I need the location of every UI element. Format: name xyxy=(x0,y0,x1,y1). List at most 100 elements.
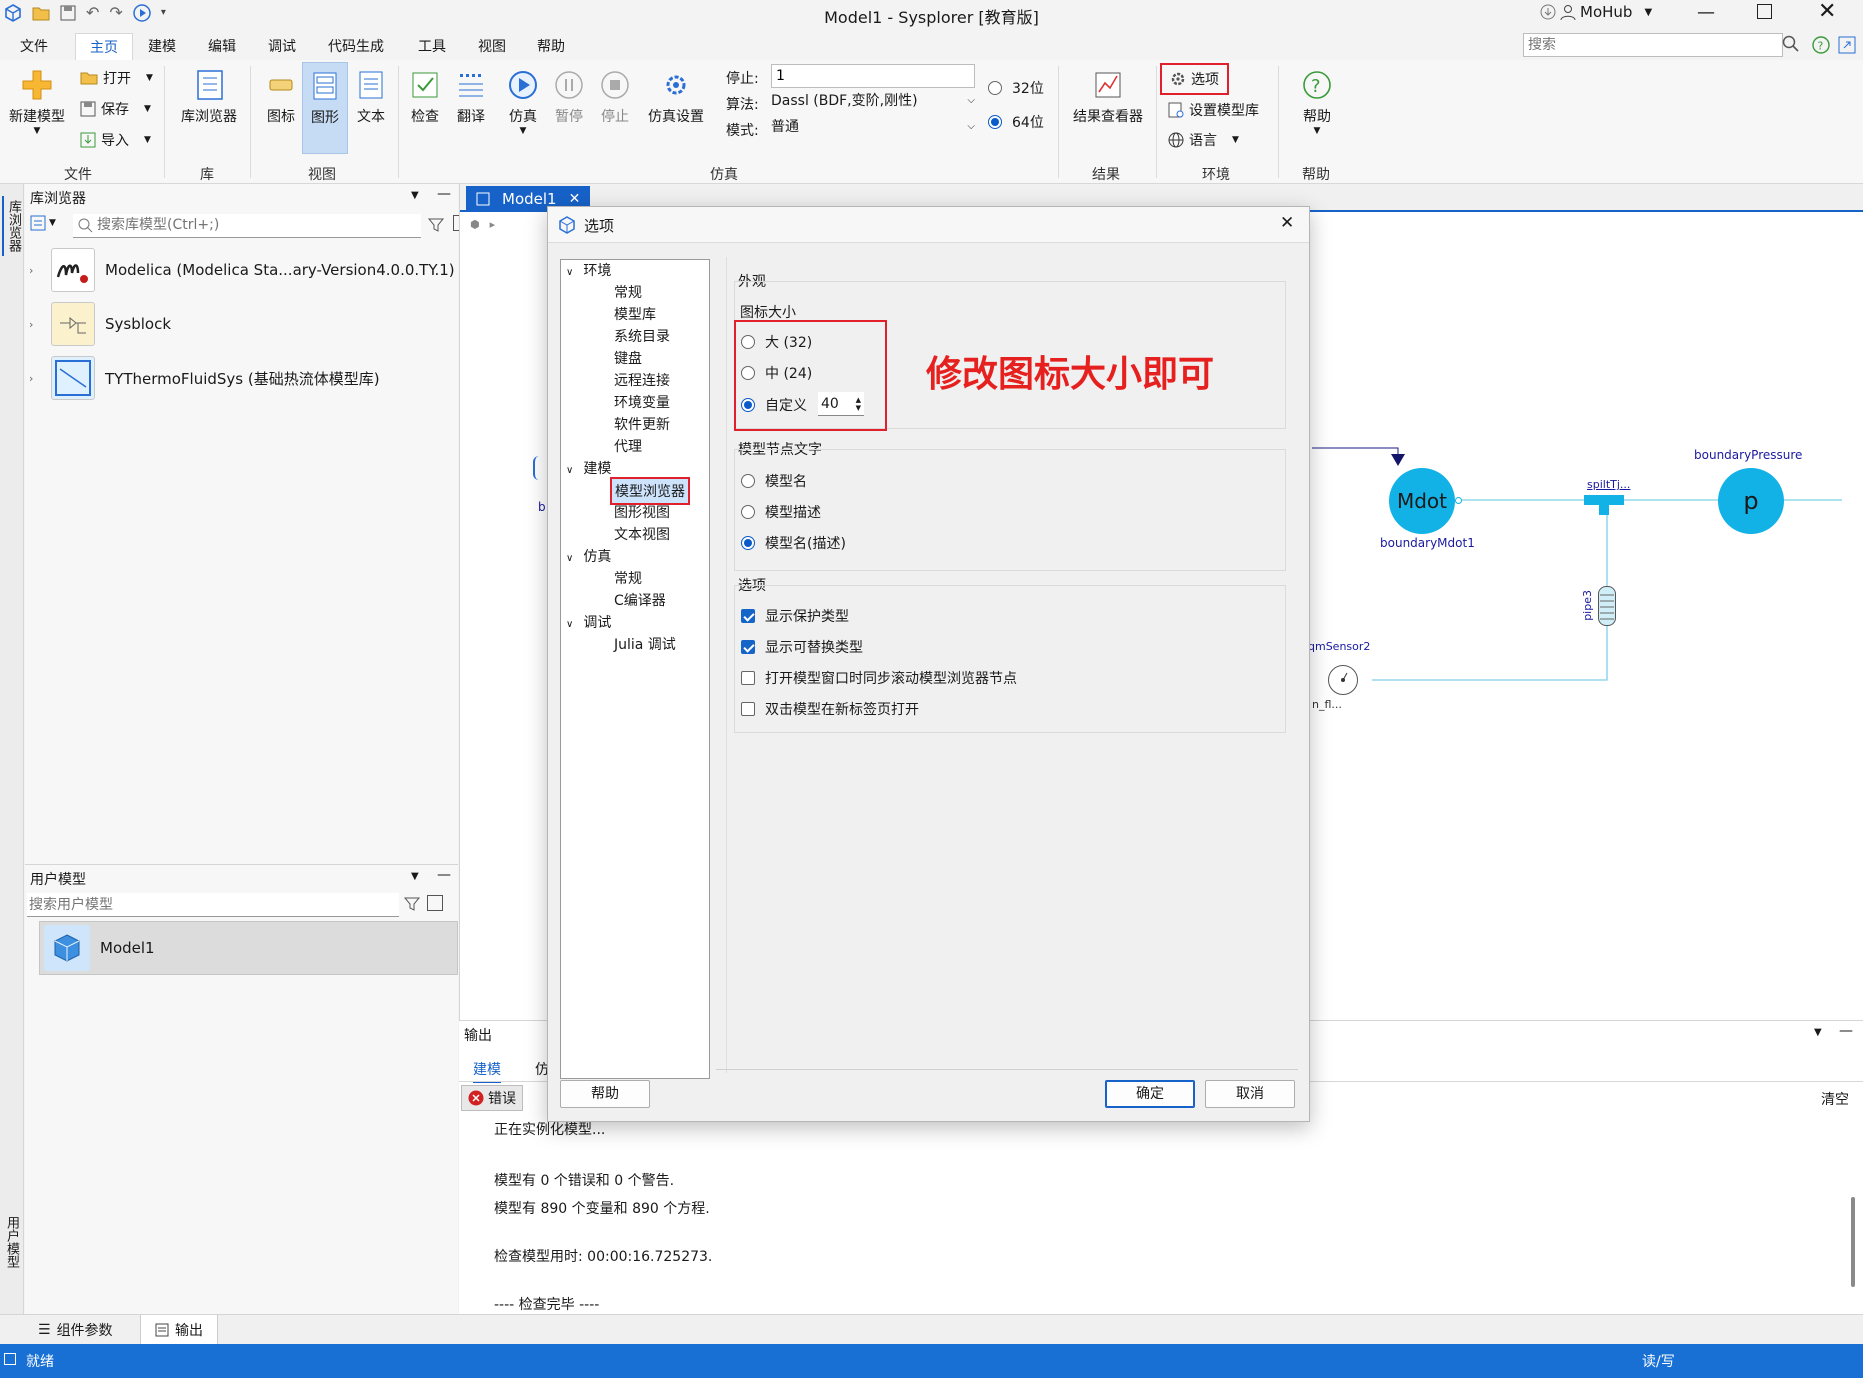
icon-size-custom-radio[interactable]: 自定义 xyxy=(741,395,807,415)
bit32-radio[interactable]: 32位 xyxy=(988,78,1044,98)
node-both-radio[interactable]: 模型名(描述) xyxy=(741,533,846,553)
minimize-button[interactable]: — xyxy=(1697,2,1715,23)
algorithm-select[interactable]: Dassl (BDF,变阶,刚性) ⌵ xyxy=(771,90,975,110)
menu-edit[interactable]: 编辑 xyxy=(208,35,236,59)
dialog-help-button[interactable]: 帮助 xyxy=(560,1080,650,1108)
collapse-arrow-icon[interactable]: ∨ xyxy=(566,619,573,630)
output-tab-modeling[interactable]: 建模 xyxy=(473,1059,501,1083)
tree-node-simulation[interactable]: ∨ 仿真 xyxy=(566,546,611,566)
tree-item-sim-general[interactable]: 常规 xyxy=(614,568,642,588)
expand-arrow-icon[interactable]: › xyxy=(29,372,41,385)
menu-tools[interactable]: 工具 xyxy=(418,35,446,59)
sync-scroll-checkbox[interactable]: 打开模型窗口时同步滚动模型浏览器节点 xyxy=(741,668,1017,688)
filter-icon[interactable] xyxy=(427,216,445,234)
new-model-button[interactable]: 新建模型 ▼ xyxy=(4,62,70,136)
sim-settings-button[interactable]: 仿真设置 xyxy=(644,62,708,126)
menu-file[interactable]: 文件 xyxy=(20,35,48,59)
user-account[interactable]: MoHub ▼ xyxy=(1540,3,1652,21)
library-search-input[interactable] xyxy=(97,215,417,235)
boundary-pressure-component[interactable]: p xyxy=(1718,468,1784,534)
show-protected-checkbox[interactable]: 显示保护类型 xyxy=(741,606,849,626)
search-icon[interactable] xyxy=(1782,35,1800,53)
node-desc-radio[interactable]: 模型描述 xyxy=(741,502,821,522)
external-link-icon[interactable] xyxy=(1838,36,1856,54)
panel-dropdown-icon[interactable]: ▼ xyxy=(411,871,419,882)
diagram-view-button[interactable]: 图形 xyxy=(302,62,348,154)
mode-select[interactable]: 普通 ⌵ xyxy=(771,116,975,136)
global-search-input[interactable] xyxy=(1523,33,1783,57)
menu-view[interactable]: 视图 xyxy=(478,35,506,59)
boundary-mdot-component[interactable]: Mdot xyxy=(1389,468,1455,534)
node-name-radio[interactable]: 模型名 xyxy=(741,471,807,491)
library-item-tythermofluidsys[interactable]: › TYThermoFluidSys (基础热流体模型库) xyxy=(29,352,380,404)
dialog-cancel-button[interactable]: 取消 xyxy=(1205,1080,1295,1108)
tree-node-modeling[interactable]: ∨ 建模 xyxy=(566,458,611,478)
set-model-lib-button[interactable]: 设置模型库 xyxy=(1168,100,1259,120)
simulate-button[interactable]: 仿真 ▼ xyxy=(500,62,546,136)
tree-item-text-view[interactable]: 文本视图 xyxy=(614,524,670,544)
tree-node-environment[interactable]: ∨ 环境 xyxy=(566,260,611,280)
expand-arrow-icon[interactable]: › xyxy=(29,318,41,331)
collapse-arrow-icon[interactable]: ∨ xyxy=(566,553,573,564)
collapse-arrow-icon[interactable]: ∨ xyxy=(566,465,573,476)
custom-size-spinbox[interactable]: 40 ▲ ▼ xyxy=(818,392,864,416)
panel-dropdown-icon[interactable]: ▼ xyxy=(1814,1027,1822,1038)
user-model-search-input[interactable] xyxy=(27,893,399,917)
show-replaceable-checkbox[interactable]: 显示可替换类型 xyxy=(741,637,863,657)
menu-codegen[interactable]: 代码生成 xyxy=(328,35,384,59)
side-tab-library[interactable]: 库浏览器 xyxy=(2,196,23,256)
close-button[interactable]: ✕ xyxy=(1818,0,1836,24)
tree-item-model-lib[interactable]: 模型库 xyxy=(614,304,656,324)
stop-time-input[interactable] xyxy=(771,64,975,88)
translate-button[interactable]: 翻译 xyxy=(448,62,494,126)
library-item-sysblock[interactable]: › Sysblock xyxy=(29,298,171,350)
library-view-toggle[interactable]: ▼ xyxy=(29,214,56,232)
download-icon[interactable] xyxy=(1540,4,1556,20)
pipe3-component[interactable] xyxy=(1598,586,1616,626)
tree-item-c-compiler[interactable]: C编译器 xyxy=(614,590,666,610)
save-button[interactable]: 保存 ▼ xyxy=(80,99,151,119)
collapse-all-icon[interactable] xyxy=(427,895,443,911)
tree-item-env-vars[interactable]: 环境变量 xyxy=(614,392,670,412)
menu-debug[interactable]: 调试 xyxy=(268,35,296,59)
library-browser-button[interactable]: 库浏览器 xyxy=(174,62,244,126)
tree-item-diagram-view[interactable]: 图形视图 xyxy=(614,502,670,522)
tree-item-updates[interactable]: 软件更新 xyxy=(614,414,670,434)
icon-size-large-radio[interactable]: 大 (32) xyxy=(741,332,812,352)
help-circle-icon[interactable]: ? xyxy=(1812,36,1830,54)
maximize-button[interactable] xyxy=(1757,4,1772,19)
tree-node-debug[interactable]: ∨ 调试 xyxy=(566,612,611,632)
expand-arrow-icon[interactable]: › xyxy=(29,264,41,277)
user-model-item[interactable]: Model1 xyxy=(39,921,458,975)
tree-item-proxy[interactable]: 代理 xyxy=(614,436,642,456)
help-ribbon-button[interactable]: ? 帮助 ▼ xyxy=(1294,62,1340,136)
panel-dropdown-icon[interactable]: ▼ xyxy=(411,190,419,201)
output-scrollbar[interactable] xyxy=(1851,1197,1855,1287)
error-filter-button[interactable]: 错误 xyxy=(461,1085,523,1111)
tree-item-julia-debug[interactable]: Julia 调试 xyxy=(614,634,676,654)
tree-item-remote[interactable]: 远程连接 xyxy=(614,370,670,390)
tree-item-system-dir[interactable]: 系统目录 xyxy=(614,326,670,346)
collapse-arrow-icon[interactable]: ∨ xyxy=(566,267,573,278)
clear-output-button[interactable]: 清空 xyxy=(1821,1089,1849,1109)
library-search-box[interactable] xyxy=(73,214,421,238)
icon-size-medium-radio[interactable]: 中 (24) xyxy=(741,363,812,383)
tree-item-general[interactable]: 常规 xyxy=(614,282,642,302)
spinner-arrows-icon[interactable]: ▲ ▼ xyxy=(856,396,861,412)
result-viewer-button[interactable]: 结果查看器 xyxy=(1066,62,1150,126)
open-new-tab-checkbox[interactable]: 双击模型在新标签页打开 xyxy=(741,699,919,719)
tree-item-keyboard[interactable]: 键盘 xyxy=(614,348,642,368)
panel-minimize-icon[interactable]: — xyxy=(437,867,451,883)
menu-help[interactable]: 帮助 xyxy=(537,35,565,59)
stop-button[interactable]: 停止 xyxy=(592,62,638,126)
panel-minimize-icon[interactable]: — xyxy=(437,186,451,202)
check-button[interactable]: 检查 xyxy=(402,62,448,126)
icon-view-button[interactable]: 图标 xyxy=(258,62,304,126)
menu-modeling[interactable]: 建模 xyxy=(148,35,176,59)
user-dropdown-icon[interactable]: ▼ xyxy=(1644,7,1652,18)
language-button[interactable]: 语言 ▼ xyxy=(1168,130,1239,150)
tree-item-model-browser[interactable]: 模型浏览器 xyxy=(610,477,690,505)
panel-minimize-icon[interactable]: — xyxy=(1839,1023,1853,1039)
bit64-radio[interactable]: 64位 xyxy=(988,112,1044,132)
filter-icon[interactable] xyxy=(403,895,421,913)
